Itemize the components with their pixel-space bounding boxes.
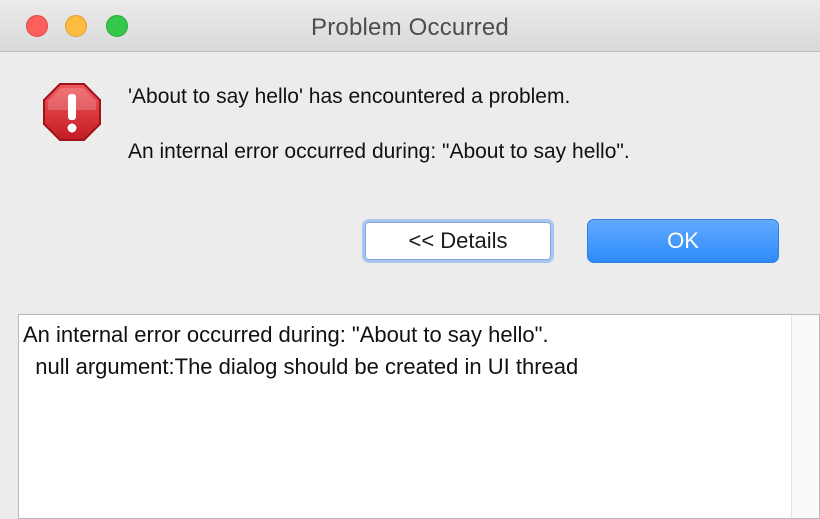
details-text-area[interactable]: An internal error occurred during: "Abou… xyxy=(18,314,820,519)
error-summary: An internal error occurred during: "Abou… xyxy=(128,140,630,163)
title-bar[interactable]: Problem Occurred xyxy=(0,0,820,52)
details-line-1: An internal error occurred during: "Abou… xyxy=(23,322,549,347)
details-vertical-scrollbar[interactable] xyxy=(791,315,819,518)
error-stop-icon xyxy=(43,83,101,141)
details-line-2: null argument:The dialog should be creat… xyxy=(23,354,579,379)
error-headline: 'About to say hello' has encountered a p… xyxy=(128,85,571,108)
details-text: An internal error occurred during: "Abou… xyxy=(23,319,779,383)
details-toggle-button[interactable]: << Details xyxy=(362,219,554,263)
problem-dialog-window: Problem Occurred 'About to say hello' ha… xyxy=(0,0,820,519)
ok-button[interactable]: OK xyxy=(587,219,779,263)
window-title: Problem Occurred xyxy=(311,14,509,41)
